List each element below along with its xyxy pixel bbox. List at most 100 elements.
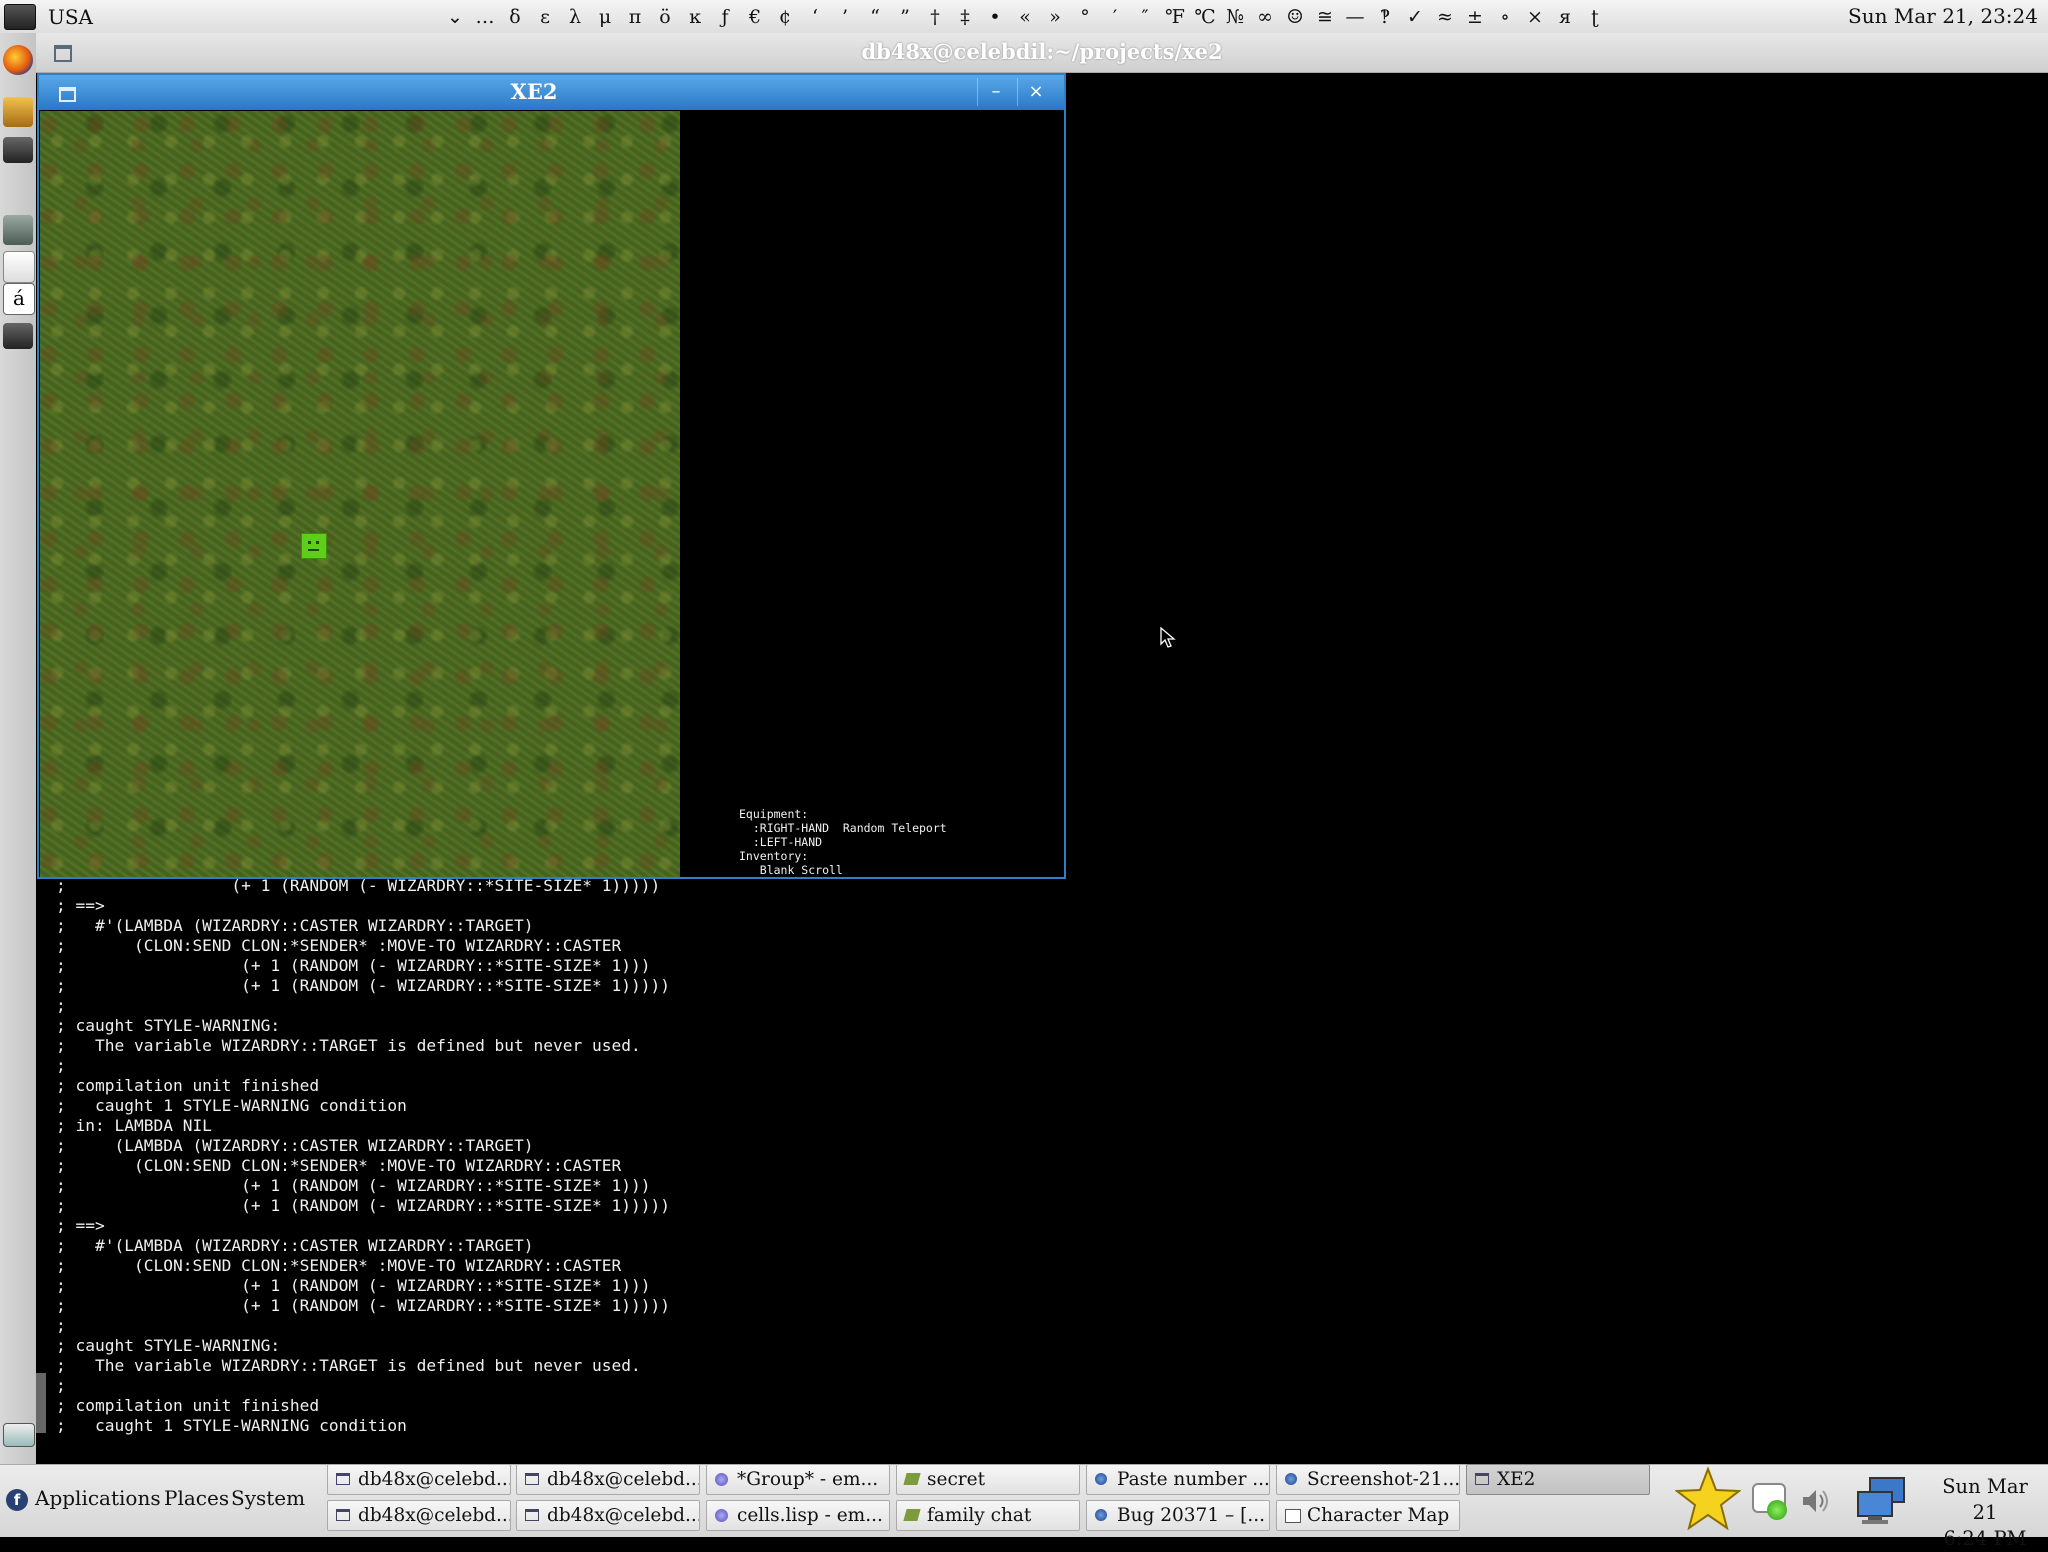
firefox-icon <box>1285 1473 1297 1485</box>
applications-menu[interactable]: Applications <box>35 1486 161 1510</box>
taskbar-item[interactable]: db48x@celebd... <box>516 1464 700 1495</box>
symbol-button[interactable]: μ <box>590 6 620 28</box>
xe2-titlebar[interactable]: XE2 – × <box>39 75 1064 110</box>
bottom-clock[interactable]: Sun Mar 21 6:24 PM <box>1930 1474 2040 1552</box>
online-status-icon[interactable] <box>1767 1500 1787 1520</box>
firefox-icon <box>1095 1509 1107 1521</box>
symbol-button[interactable]: ∘ <box>1490 6 1520 28</box>
symbol-button[interactable]: δ <box>500 6 530 28</box>
character-map-icon[interactable]: á <box>3 283 35 315</box>
symbol-button[interactable]: ‘ <box>800 6 830 28</box>
xe2-window-title: XE2 <box>510 79 558 104</box>
symbol-button[interactable]: ℉ <box>1160 6 1190 28</box>
symbol-button[interactable]: ✓ <box>1400 6 1430 28</box>
symbol-button[interactable]: ’ <box>830 6 860 28</box>
show-desktop-icon[interactable] <box>3 1423 35 1447</box>
symbol-button[interactable]: ☺ <box>1280 6 1310 28</box>
terminal-icon[interactable] <box>3 137 33 163</box>
symbol-button[interactable]: ″ <box>1130 6 1160 28</box>
symbol-button[interactable]: ℃ <box>1190 6 1220 28</box>
taskbar-item-label: *Group* - em... <box>737 1469 879 1490</box>
status-panel <box>681 111 1062 877</box>
symbol-button[interactable]: ε <box>530 6 560 28</box>
symbol-button[interactable]: ≈ <box>1430 6 1460 28</box>
symbol-button[interactable]: я <box>1550 6 1580 28</box>
symbol-button[interactable]: • <box>980 6 1010 28</box>
game-map[interactable] <box>40 111 680 877</box>
symbol-button[interactable]: » <box>1040 6 1070 28</box>
symbol-button[interactable]: ö <box>650 6 680 28</box>
terminal-applet-icon[interactable] <box>4 3 36 30</box>
symbol-button[interactable]: ⌄ <box>440 6 470 28</box>
text-editor-icon[interactable] <box>3 251 35 283</box>
places-menu[interactable]: Places <box>164 1486 229 1510</box>
symbol-button[interactable]: ¢ <box>770 6 800 28</box>
symbol-button[interactable]: № <box>1220 6 1250 28</box>
symbol-button[interactable]: “ <box>860 6 890 28</box>
minimize-button[interactable]: – <box>977 78 1014 106</box>
taskbar-item-active[interactable]: XE2 <box>1466 1464 1650 1495</box>
taskbar-item-label: secret <box>927 1469 986 1490</box>
terminal-icon[interactable] <box>3 323 33 349</box>
symbol-button[interactable]: ‡ <box>950 6 980 28</box>
symbol-button[interactable]: ĸ <box>680 6 710 28</box>
symbol-button[interactable]: ′ <box>1100 6 1130 28</box>
taskbar-item[interactable]: secret <box>896 1464 1080 1495</box>
taskbar-item-label: Paste number ... <box>1117 1469 1270 1490</box>
symbol-button[interactable]: ° <box>1070 6 1100 28</box>
taskbar-item[interactable]: cells.lisp - em... <box>706 1500 890 1531</box>
taskbar-item[interactable]: Paste number ... <box>1086 1464 1270 1495</box>
fedora-icon[interactable]: f <box>6 1489 28 1511</box>
symbol-button[interactable]: ≅ <box>1310 6 1340 28</box>
taskbar-item-label: cells.lisp - em... <box>737 1505 883 1526</box>
terminal-icon <box>525 1473 539 1485</box>
taskbar-item-label: Bug 20371 – [... <box>1117 1505 1265 1526</box>
symbol-button[interactable]: ƒ <box>710 6 740 28</box>
symbol-button[interactable]: λ <box>560 6 590 28</box>
symbol-button[interactable]: ± <box>1460 6 1490 28</box>
symbol-button[interactable]: ” <box>890 6 920 28</box>
taskbar-item[interactable]: Bug 20371 – [... <box>1086 1500 1270 1531</box>
symbol-button[interactable]: … <box>470 6 500 28</box>
clock-time: 6:24 PM <box>1943 1527 2027 1550</box>
taskbar-item-label: Character Map <box>1307 1505 1450 1526</box>
terminal-scrollbar[interactable] <box>36 1373 46 1433</box>
star-icon[interactable] <box>1675 1466 1741 1532</box>
system-menu[interactable]: System <box>231 1486 305 1510</box>
symbol-button[interactable]: † <box>920 6 950 28</box>
taskbar-item-label: db48x@celebd... <box>358 1469 511 1490</box>
terminal-titlebar[interactable]: db48x@celebdil:~/projects/xe2 <box>36 33 2048 73</box>
taskbar-item[interactable]: Screenshot-21... <box>1276 1464 1460 1495</box>
taskbar-item[interactable]: Character Map <box>1276 1500 1460 1531</box>
taskbar-item[interactable]: db48x@celebd... <box>327 1464 511 1495</box>
symbol-button[interactable]: π <box>620 6 650 28</box>
symbol-button[interactable]: « <box>1010 6 1040 28</box>
firefox-icon <box>1095 1473 1107 1485</box>
symbol-button[interactable]: ∞ <box>1250 6 1280 28</box>
emacs-icon <box>715 1473 728 1486</box>
taskbar-item[interactable]: family chat <box>896 1500 1080 1531</box>
close-button[interactable]: × <box>1017 78 1054 106</box>
symbol-button[interactable]: × <box>1520 6 1550 28</box>
taskbar-item[interactable]: db48x@celebd... <box>327 1500 511 1531</box>
keyboard-layout-indicator[interactable]: USA <box>48 5 93 29</box>
chat-icon <box>903 1509 921 1521</box>
symbol-button[interactable]: — <box>1340 6 1370 28</box>
network-icon[interactable] <box>1856 1476 1908 1526</box>
launcher-bar: á <box>0 33 37 1464</box>
taskbar-item[interactable]: *Group* - em... <box>706 1464 890 1495</box>
terminal-icon <box>525 1509 539 1521</box>
top-clock[interactable]: Sun Mar 21, 23:24 <box>1848 4 2038 28</box>
taskbar-item-label: family chat <box>927 1505 1032 1526</box>
contacts-icon[interactable] <box>3 97 33 127</box>
firefox-icon[interactable] <box>3 45 33 75</box>
volume-icon[interactable] <box>1800 1486 1830 1516</box>
symbol-button[interactable]: ʈ <box>1580 6 1610 28</box>
symbol-button[interactable]: ‽ <box>1370 6 1400 28</box>
terminal-window-title: db48x@celebdil:~/projects/xe2 <box>861 39 1223 64</box>
clock-date: Sun Mar 21 <box>1942 1475 2028 1524</box>
symbol-button[interactable]: € <box>740 6 770 28</box>
taskbar-item[interactable]: db48x@celebd... <box>516 1500 700 1531</box>
calculator-icon[interactable] <box>3 215 33 245</box>
terminal-output: ; (+ 1 (RANDOM (- WIZARDRY::*SITE-SIZE* … <box>56 876 670 1435</box>
